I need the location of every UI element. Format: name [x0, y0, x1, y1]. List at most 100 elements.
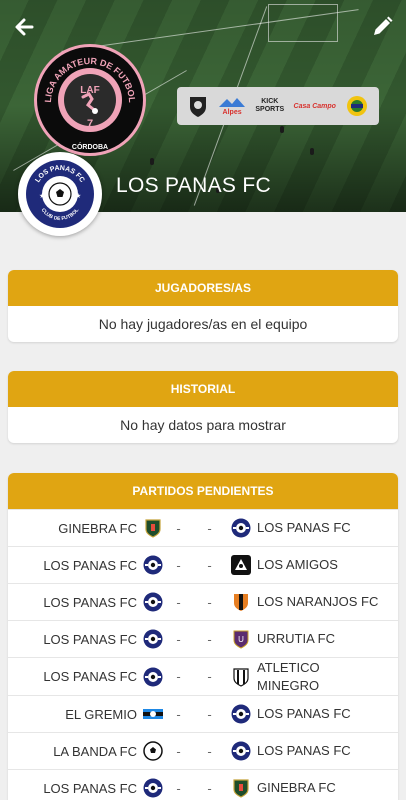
ball-icon: [92, 108, 98, 114]
away-team-name: LOS AMIGOS: [257, 557, 338, 572]
league-logo-city: CÓRDOBA: [72, 142, 108, 151]
match-away-team: ATLETICO MINEGRO: [225, 659, 398, 695]
sponsor-alpes: Alpes: [218, 97, 246, 116]
banda-badge-icon: [143, 741, 163, 761]
home-score: -: [176, 780, 181, 796]
away-score: -: [207, 706, 212, 722]
arrow-left-icon: [15, 18, 34, 36]
home-team-name: LOS PANAS FC: [43, 780, 137, 796]
away-score: -: [207, 743, 212, 759]
match-home-team: LOS PANAS FC: [8, 592, 163, 612]
match-row[interactable]: LOS PANAS FC - - GINEBRA FC: [8, 769, 398, 800]
players-card-title: JUGADORES/AS: [8, 270, 398, 306]
svg-text:★: ★: [75, 192, 81, 200]
match-away-team: LOS PANAS FC: [225, 704, 398, 724]
mountain-icon: [219, 97, 246, 107]
sponsor-bar: Alpes KICK SPORTS Casa Campo: [177, 87, 379, 125]
away-team-name: LOS PANAS FC: [257, 743, 351, 758]
away-team-name: URRUTIA FC: [257, 631, 335, 646]
amigos-badge-icon: [231, 555, 251, 575]
panas-badge-icon: [143, 629, 163, 649]
match-away-team: GINEBRA FC: [225, 778, 398, 798]
away-team-name: LOS PANAS FC: [257, 520, 351, 535]
ginebra-badge-icon: [143, 518, 163, 538]
svg-text:U: U: [238, 635, 244, 644]
match-home-team: LA BANDA FC: [8, 741, 163, 761]
home-team-name: GINEBRA FC: [58, 520, 137, 536]
club-logo: LOS PANAS FC CLUB DE FUTBOL ★ ★: [18, 152, 102, 236]
away-team-name: LOS NARANJOS FC: [257, 594, 379, 609]
match-away-team: LOS NARANJOS FC: [225, 592, 398, 612]
home-score: -: [176, 594, 181, 610]
players-empty-text: No hay jugadores/as en el equipo: [98, 316, 308, 332]
match-away-team: LOS AMIGOS: [225, 555, 398, 575]
away-team-name: GINEBRA FC: [257, 780, 336, 795]
match-away-team: LOS PANAS FC: [225, 518, 398, 538]
sponsor-kick: KICK SPORTS: [255, 98, 285, 113]
player-figure: [280, 126, 284, 133]
away-score: -: [207, 631, 212, 647]
match-home-team: LOS PANAS FC: [8, 555, 163, 575]
home-team-name: LOS PANAS FC: [43, 557, 137, 573]
away-score: -: [207, 557, 212, 573]
player-figure: [150, 158, 154, 165]
home-team-name: LOS PANAS FC: [43, 594, 137, 610]
match-home-team: EL GREMIO: [8, 704, 163, 724]
player-figure: [310, 148, 314, 155]
home-team-name: EL GREMIO: [65, 706, 137, 722]
match-row[interactable]: LOS PANAS FC - - ATLETICO MINEGRO: [8, 657, 398, 695]
panas-badge-icon: [143, 667, 163, 687]
ginebra-badge-icon: [231, 778, 251, 798]
gremio-badge-icon: [143, 704, 163, 724]
match-row[interactable]: LOS PANAS FC - - LOS AMIGOS: [8, 546, 398, 583]
goal-net: [268, 4, 338, 42]
match-row[interactable]: GINEBRA FC - - LOS PANAS FC: [8, 509, 398, 546]
pencil-icon: [374, 16, 393, 35]
away-score: -: [207, 520, 212, 536]
match-row[interactable]: EL GREMIO - - LOS PANAS FC: [8, 695, 398, 732]
home-score: -: [176, 557, 181, 573]
home-score: -: [176, 631, 181, 647]
players-card: JUGADORES/AS No hay jugadores/as en el e…: [8, 270, 398, 342]
minegro-badge-icon: [231, 667, 251, 687]
away-team-name: LOS PANAS FC: [257, 706, 351, 721]
panas-badge-icon: [143, 555, 163, 575]
match-home-team: GINEBRA FC: [8, 518, 163, 538]
sponsor-badge-icon: [346, 96, 367, 116]
home-score: -: [176, 669, 181, 684]
league-logo-number: 7: [87, 118, 93, 130]
match-away-team: LOS PANAS FC: [225, 741, 398, 761]
pending-matches-title: PARTIDOS PENDIENTES: [8, 473, 398, 509]
match-row[interactable]: LA BANDA FC - - LOS PANAS FC: [8, 732, 398, 769]
history-empty-text: No hay datos para mostrar: [120, 417, 286, 433]
match-away-team: U URRUTIA FC: [225, 629, 398, 649]
match-home-team: LOS PANAS FC: [8, 778, 163, 798]
sponsor-casa-campo: Casa Campo: [293, 102, 336, 110]
panas-badge-icon: [231, 704, 251, 724]
edit-button[interactable]: [370, 14, 394, 40]
home-score: -: [176, 520, 181, 536]
away-score: -: [207, 594, 212, 610]
away-score: -: [207, 669, 212, 684]
away-team-name: ATLETICO MINEGRO: [257, 659, 320, 693]
match-row[interactable]: LOS PANAS FC - - LOS NARANJOS FC: [8, 583, 398, 620]
league-logo: LIGA AMATEUR DE FUTBOL LAF 7 CÓRDOBA: [34, 44, 146, 156]
back-button[interactable]: [12, 14, 38, 40]
panas-badge-icon: [143, 778, 163, 798]
sponsor-crest-icon: [190, 97, 207, 117]
home-team-name: LOS PANAS FC: [43, 669, 137, 684]
urrutia-badge-icon: U: [231, 629, 251, 649]
home-team-name: LA BANDA FC: [53, 743, 137, 759]
team-name: LOS PANAS FC: [116, 174, 271, 197]
naranjos-badge-icon: [231, 592, 251, 612]
history-card: HISTORIAL No hay datos para mostrar: [8, 371, 398, 443]
match-list: GINEBRA FC - - LOS PANAS FC LOS PANAS FC - - LO…: [8, 509, 398, 800]
home-score: -: [176, 743, 181, 759]
pending-matches-card: PARTIDOS PENDIENTES GINEBRA FC - - LOS PANA…: [8, 473, 398, 800]
panas-badge-icon: [231, 741, 251, 761]
history-card-title: HISTORIAL: [8, 371, 398, 407]
panas-badge-icon: [143, 592, 163, 612]
match-home-team: LOS PANAS FC: [8, 667, 163, 687]
match-row[interactable]: LOS PANAS FC - - U URRUTIA FC: [8, 620, 398, 657]
match-home-team: LOS PANAS FC: [8, 629, 163, 649]
